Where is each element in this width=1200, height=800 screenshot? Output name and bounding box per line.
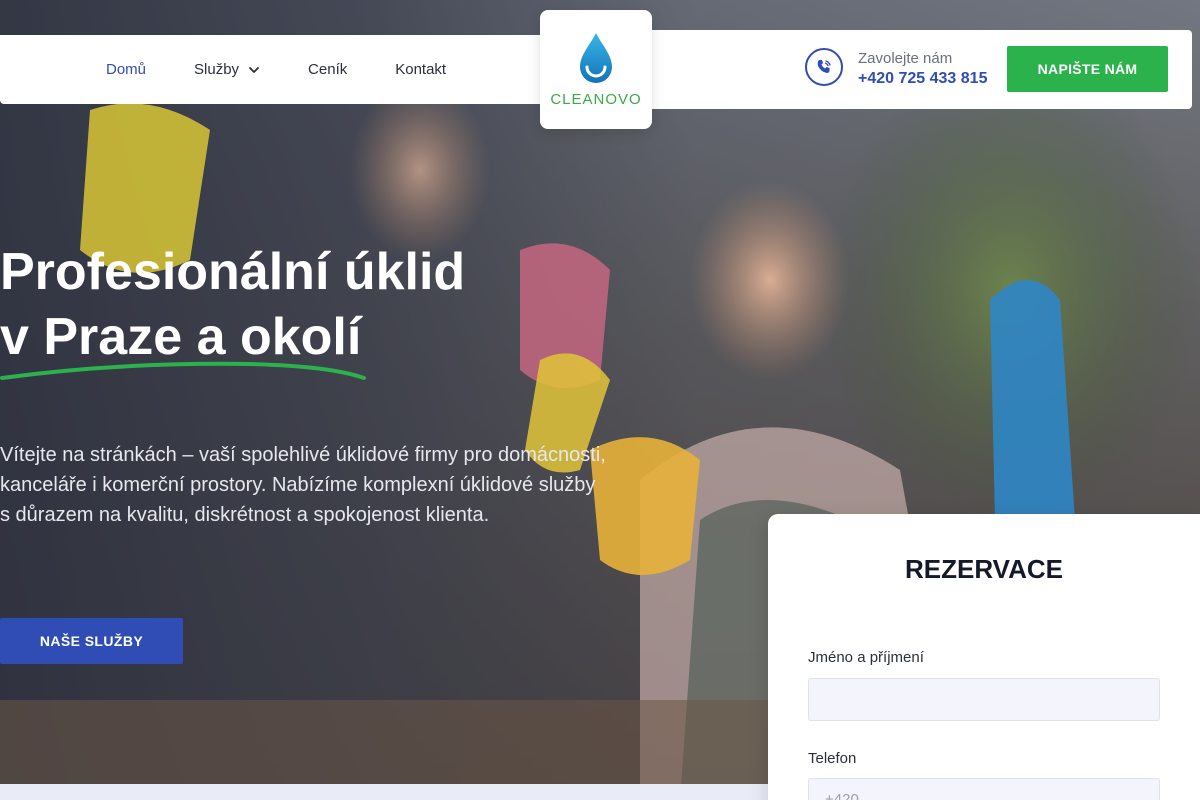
phone-icon-circle[interactable] — [805, 48, 843, 86]
logo[interactable]: CLEANOVO — [540, 10, 652, 129]
nav-item-pricing[interactable]: Ceník — [308, 61, 347, 78]
phone-field-label: Telefon — [808, 750, 857, 767]
name-field[interactable] — [808, 678, 1160, 721]
call-us-label: Zavolejte nám — [858, 50, 953, 67]
reservation-card: REZERVACE Jméno a příjmení Telefon — [768, 514, 1200, 800]
phone-icon — [817, 60, 831, 73]
nav-item-home[interactable]: Domů — [106, 61, 146, 78]
nav-item-contact[interactable]: Kontakt — [395, 61, 446, 78]
water-drop-icon — [580, 33, 612, 83]
reservation-title: REZERVACE — [905, 554, 1063, 584]
write-us-button[interactable]: NAPIŠTE NÁM — [1007, 46, 1168, 92]
nav-item-services-label: Služby — [194, 61, 240, 78]
hero-title-line1: Profesionální úklid — [0, 243, 466, 301]
nav-item-services[interactable]: Služby — [194, 61, 260, 78]
hero-description: Vítejte na stránkách – vaší spolehlivé ú… — [0, 444, 606, 526]
phone-number-link[interactable]: +420 725 433 815 — [858, 70, 987, 88]
title-underline-decoration — [0, 361, 366, 380]
name-field-label: Jméno a příjmení — [808, 649, 924, 666]
our-services-button[interactable]: NAŠE SLUŽBY — [0, 618, 183, 664]
hero-title: Profesionální úklid v Praze a okolí — [0, 240, 620, 370]
main-menu: Domů Služby Ceník Kontakt — [106, 35, 494, 104]
phone-field[interactable] — [808, 778, 1160, 800]
chevron-down-icon — [249, 66, 259, 73]
logo-text: CLEANOVO — [550, 91, 642, 108]
